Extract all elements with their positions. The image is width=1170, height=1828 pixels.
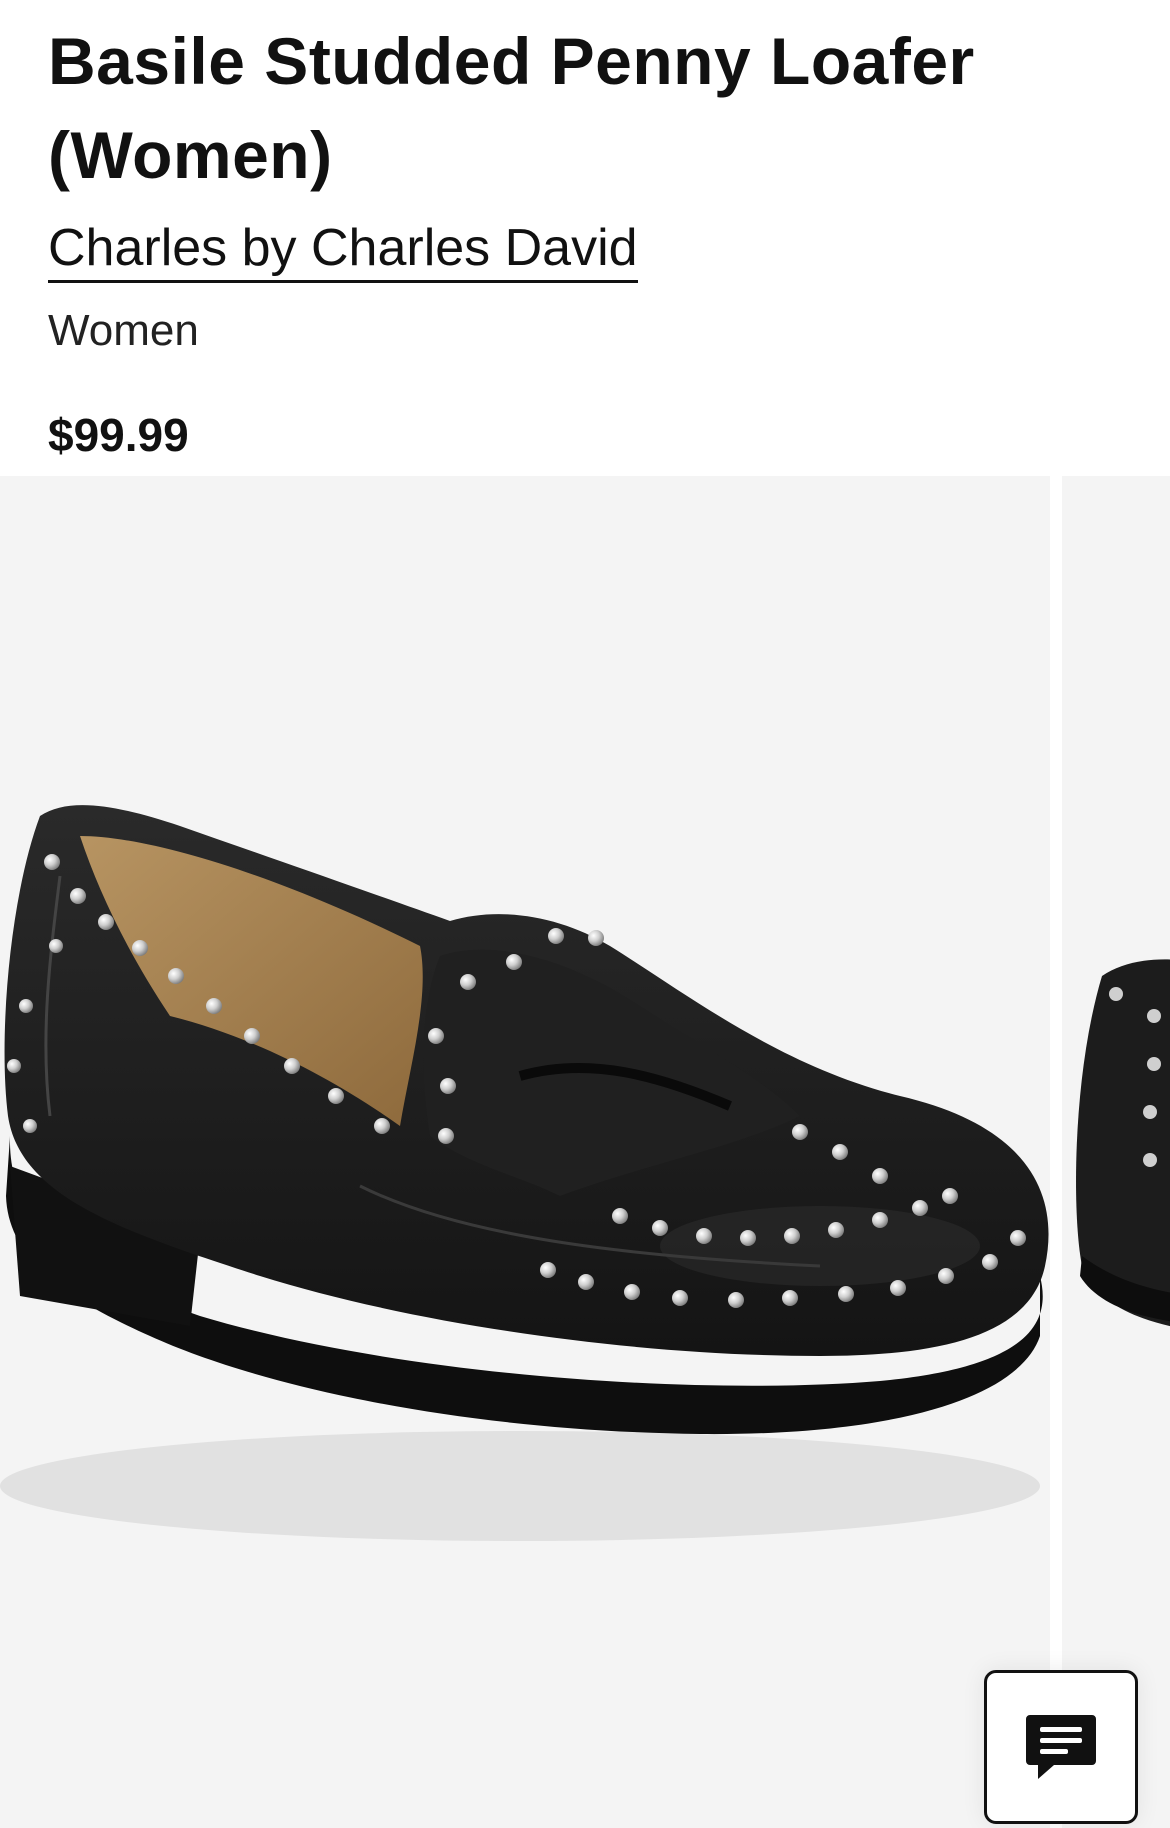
product-image-main[interactable] (0, 476, 1050, 1828)
product-header: Basile Studded Penny Loafer (Women) Char… (48, 14, 1128, 463)
loafer-side-image (1062, 476, 1170, 1828)
chat-button[interactable] (984, 1670, 1138, 1824)
product-page: Basile Studded Penny Loafer (Women) Char… (0, 0, 1170, 1828)
product-title: Basile Studded Penny Loafer (Women) (48, 24, 975, 192)
image-carousel[interactable] (0, 476, 1170, 1828)
department-label: Women (48, 306, 199, 355)
product-image-next[interactable] (1062, 476, 1170, 1828)
brand-link[interactable]: Charles by Charles David (48, 216, 638, 283)
product-price: $99.99 (48, 409, 189, 461)
loafer-image (0, 476, 1050, 1828)
chat-message-icon (1026, 1715, 1096, 1779)
